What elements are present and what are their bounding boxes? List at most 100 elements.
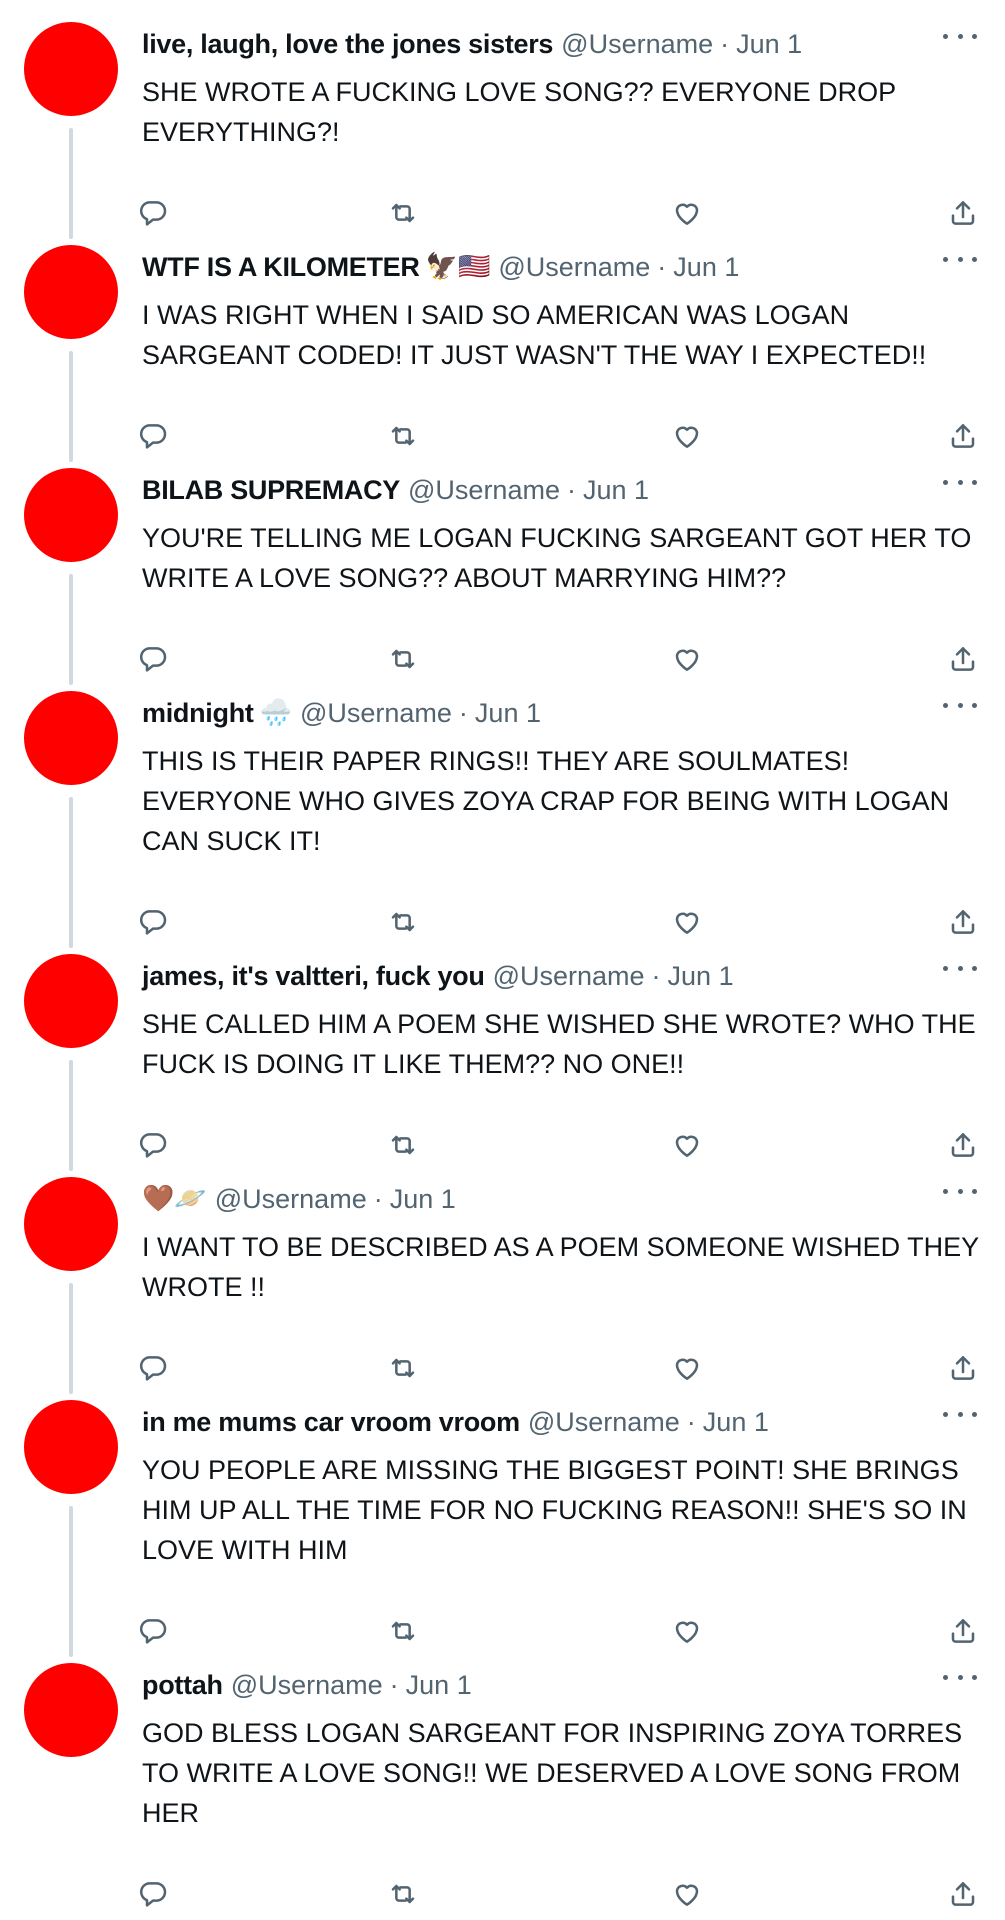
share-button[interactable]: [944, 1612, 982, 1650]
reply-button[interactable]: [134, 1349, 172, 1387]
more-icon[interactable]: [943, 693, 977, 717]
more-dot: [972, 1674, 977, 1680]
more-dot: [943, 1674, 948, 1680]
username-handle[interactable]: @Username: [528, 1404, 680, 1440]
like-button[interactable]: [668, 1126, 706, 1164]
reply-button[interactable]: [134, 1612, 172, 1650]
share-icon: [951, 1882, 975, 1906]
display-name[interactable]: in me mums car vroom vroom: [142, 1404, 520, 1440]
share-icon: [951, 1133, 975, 1157]
more-icon[interactable]: [943, 470, 977, 494]
share-button[interactable]: [944, 1349, 982, 1387]
thread-connector-line: [69, 351, 73, 462]
more-dot: [957, 479, 963, 485]
share-button[interactable]: [944, 903, 982, 941]
username-handle[interactable]: @Username: [498, 249, 650, 285]
username-handle[interactable]: @Username: [215, 1181, 367, 1217]
reply-button[interactable]: [134, 417, 172, 455]
retweet-button[interactable]: [384, 194, 422, 232]
more-icon[interactable]: [943, 24, 977, 48]
share-button[interactable]: [944, 194, 982, 232]
more-icon[interactable]: [943, 1179, 977, 1203]
retweet-icon: [391, 1884, 415, 1904]
tweet-date[interactable]: Jun 1: [668, 958, 734, 994]
separator-dot: ·: [686, 1407, 696, 1437]
like-button[interactable]: [668, 1612, 706, 1650]
tweet-date[interactable]: Jun 1: [703, 1404, 769, 1440]
avatar[interactable]: [24, 691, 118, 785]
tweet-date[interactable]: Jun 1: [583, 472, 649, 508]
display-name[interactable]: BILAB SUPREMACY: [142, 472, 400, 508]
more-dot: [943, 479, 948, 485]
reply-button[interactable]: [134, 194, 172, 232]
reply-icon: [139, 647, 167, 672]
avatar[interactable]: [24, 468, 118, 562]
avatar[interactable]: [24, 954, 118, 1048]
username-handle[interactable]: @Username: [231, 1667, 383, 1703]
tweet-text: SHE CALLED HIM A POEM SHE WISHED SHE WRO…: [142, 1009, 976, 1079]
more-icon[interactable]: [943, 1402, 977, 1426]
retweet-button[interactable]: [384, 417, 422, 455]
display-name[interactable]: WTF IS A KILOMETER: [142, 249, 420, 285]
more-icon[interactable]: [943, 247, 977, 271]
more-icon[interactable]: [943, 1665, 977, 1689]
like-button[interactable]: [668, 1875, 706, 1913]
more-dot: [972, 479, 977, 485]
retweet-button[interactable]: [384, 640, 422, 678]
username-handle[interactable]: @Username: [408, 472, 560, 508]
reply-button[interactable]: [134, 1875, 172, 1913]
share-button[interactable]: [944, 640, 982, 678]
retweet-icon: [391, 912, 415, 932]
retweet-button[interactable]: [384, 1612, 422, 1650]
username-handle[interactable]: @Username: [300, 695, 452, 731]
retweet-button[interactable]: [384, 1349, 422, 1387]
avatar[interactable]: [24, 1663, 118, 1757]
more-dot: [957, 965, 963, 971]
avatar[interactable]: [24, 1177, 118, 1271]
thread-connector-line: [69, 797, 73, 948]
display-name[interactable]: james, it's valtteri, fuck you: [142, 958, 485, 994]
reply-button[interactable]: [134, 1126, 172, 1164]
tweet-date[interactable]: Jun 1: [475, 695, 541, 731]
tweet-actions: [139, 640, 982, 680]
like-button[interactable]: [668, 903, 706, 941]
name-emoji: 🌧️: [259, 698, 292, 728]
retweet-icon: [391, 1621, 415, 1641]
tweet-header: live, laugh, love the jones sisters @Use…: [142, 26, 802, 62]
tweet-actions: [139, 903, 982, 943]
retweet-icon: [391, 1358, 415, 1378]
more-icon[interactable]: [943, 956, 977, 980]
username-handle[interactable]: @Username: [493, 958, 645, 994]
reply-button[interactable]: [134, 640, 172, 678]
tweet-date[interactable]: Jun 1: [673, 249, 739, 285]
display-name[interactable]: live, laugh, love the jones sisters: [142, 26, 553, 62]
separator-dot: ·: [566, 475, 576, 505]
thread-connector-line: [69, 1060, 73, 1171]
tweet-date[interactable]: Jun 1: [736, 26, 802, 62]
share-button[interactable]: [944, 417, 982, 455]
tweet-date[interactable]: Jun 1: [390, 1181, 456, 1217]
like-button[interactable]: [668, 640, 706, 678]
tweet-header: james, it's valtteri, fuck you @Username…: [142, 958, 734, 994]
username-handle[interactable]: @Username: [561, 26, 713, 62]
share-button[interactable]: [944, 1126, 982, 1164]
like-button[interactable]: [668, 194, 706, 232]
tweet-text: THIS IS THEIR PAPER RINGS!! THEY ARE SOU…: [142, 746, 950, 856]
more-dot: [972, 1411, 977, 1417]
tweet-date[interactable]: Jun 1: [406, 1667, 472, 1703]
more-dot: [943, 33, 948, 39]
reply-button[interactable]: [134, 903, 172, 941]
retweet-button[interactable]: [384, 1875, 422, 1913]
retweet-button[interactable]: [384, 903, 422, 941]
avatar[interactable]: [24, 22, 118, 116]
display-name[interactable]: pottah: [142, 1667, 223, 1703]
like-button[interactable]: [668, 417, 706, 455]
more-dot: [943, 1411, 948, 1417]
like-button[interactable]: [668, 1349, 706, 1387]
display-name[interactable]: midnight: [142, 695, 254, 731]
avatar[interactable]: [24, 245, 118, 339]
share-button[interactable]: [944, 1875, 982, 1913]
avatar[interactable]: [24, 1400, 118, 1494]
heart-icon: [675, 1358, 699, 1380]
retweet-button[interactable]: [384, 1126, 422, 1164]
